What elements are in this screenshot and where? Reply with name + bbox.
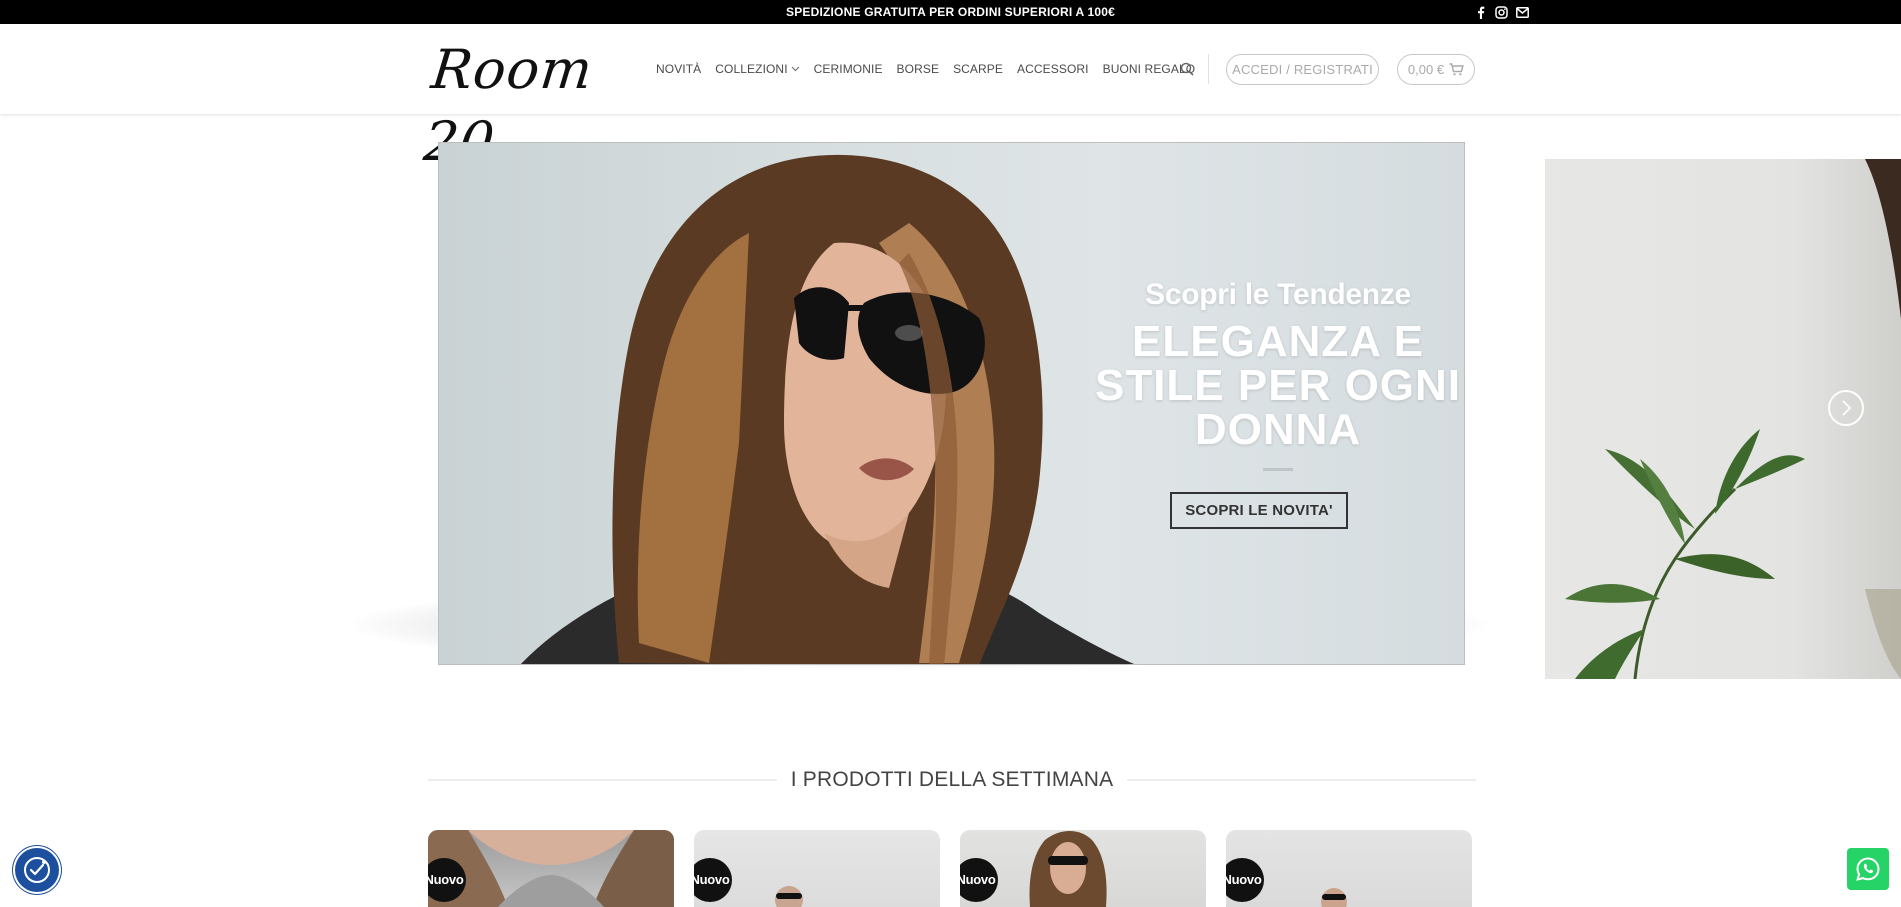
whatsapp-icon	[1856, 857, 1880, 881]
nav-item-cerimonie[interactable]: CERIMONIE	[814, 62, 883, 76]
email-icon[interactable]	[1516, 6, 1529, 19]
product-image	[428, 830, 674, 907]
product-image	[775, 886, 803, 907]
nav-label: CERIMONIE	[813, 62, 883, 76]
section-title: I PRODOTTI DELLA SETTIMANA	[790, 768, 1114, 791]
cart-icon	[1449, 63, 1464, 76]
accessibility-button[interactable]	[15, 848, 59, 892]
search-button[interactable]	[1177, 59, 1197, 79]
section-line-right	[1127, 779, 1476, 781]
product-image	[1321, 888, 1347, 907]
hero-title-line: DONNA	[1194, 405, 1362, 454]
login-register-button[interactable]: ACCEDI / REGISTRATI	[1226, 54, 1379, 85]
hero-title-line: ELEGANZA E	[1132, 317, 1424, 366]
product-card[interactable]: Nuovo	[694, 830, 940, 907]
cart-button[interactable]: 0,00 €	[1397, 54, 1475, 85]
cart-total: 0,00 €	[1407, 62, 1445, 77]
slider-next-button[interactable]	[1828, 390, 1864, 426]
whatsapp-button[interactable]	[1847, 848, 1889, 890]
shipping-message: SPEDIZIONE GRATUITA PER ORDINI SUPERIORI…	[785, 5, 1115, 19]
nav-label: BORSE	[896, 62, 940, 76]
logo[interactable]: Room 20	[421, 34, 628, 173]
nav-item-collezioni[interactable]: COLLEZIONI	[715, 62, 800, 76]
nav-item-scarpe[interactable]: SCARPE	[953, 62, 1003, 76]
header-divider	[1208, 54, 1209, 84]
products-section-header: I PRODOTTI DELLA SETTIMANA	[428, 767, 1476, 793]
search-icon	[1180, 62, 1194, 76]
chevron-down-icon	[791, 66, 800, 72]
nav-item-borse[interactable]: BORSE	[897, 62, 940, 76]
nav-label: NOVITÀ	[656, 62, 702, 76]
product-card[interactable]: Nuovo	[960, 830, 1206, 907]
accessibility-icon	[24, 857, 50, 883]
product-image	[1029, 831, 1107, 907]
hero-title: ELEGANZA E STILE PER OGNI DONNA	[1042, 320, 1514, 452]
facebook-icon[interactable]	[1474, 6, 1487, 19]
discover-novelties-button[interactable]: SCOPRI LE NOVITA'	[1170, 492, 1348, 529]
nav-label: COLLEZIONI	[715, 62, 788, 76]
top-announcement-bar: SPEDIZIONE GRATUITA PER ORDINI SUPERIORI…	[0, 0, 1901, 24]
nav-label: SCARPE	[953, 62, 1004, 76]
product-card[interactable]: Nuovo	[1226, 830, 1472, 907]
product-card[interactable]: Nuovo	[428, 830, 674, 907]
chevron-right-icon	[1842, 400, 1852, 416]
hero-text: Scopri le Tendenze ELEGANZA E STILE PER …	[1042, 278, 1514, 471]
hero-divider	[1263, 468, 1293, 471]
product-grid: Nuovo Nuovo Nuovo Nuovo	[428, 830, 1476, 907]
section-line-left	[428, 779, 777, 781]
hero-title-line: STILE PER OGNI	[1094, 361, 1462, 410]
hero-subtitle: Scopri le Tendenze	[1145, 278, 1411, 311]
main-nav: NOVITÀ COLLEZIONI CERIMONIE BORSE SCARPE…	[656, 24, 1195, 114]
nav-item-accessori[interactable]: ACCESSORI	[1017, 62, 1089, 76]
site-header: Room 20 NOVITÀ COLLEZIONI CERIMONIE BORS…	[0, 24, 1901, 173]
instagram-icon[interactable]	[1495, 5, 1508, 19]
nav-label: ACCESSORI	[1017, 62, 1089, 76]
nav-item-novita[interactable]: NOVITÀ	[656, 62, 701, 76]
social-icons	[1474, 3, 1529, 21]
